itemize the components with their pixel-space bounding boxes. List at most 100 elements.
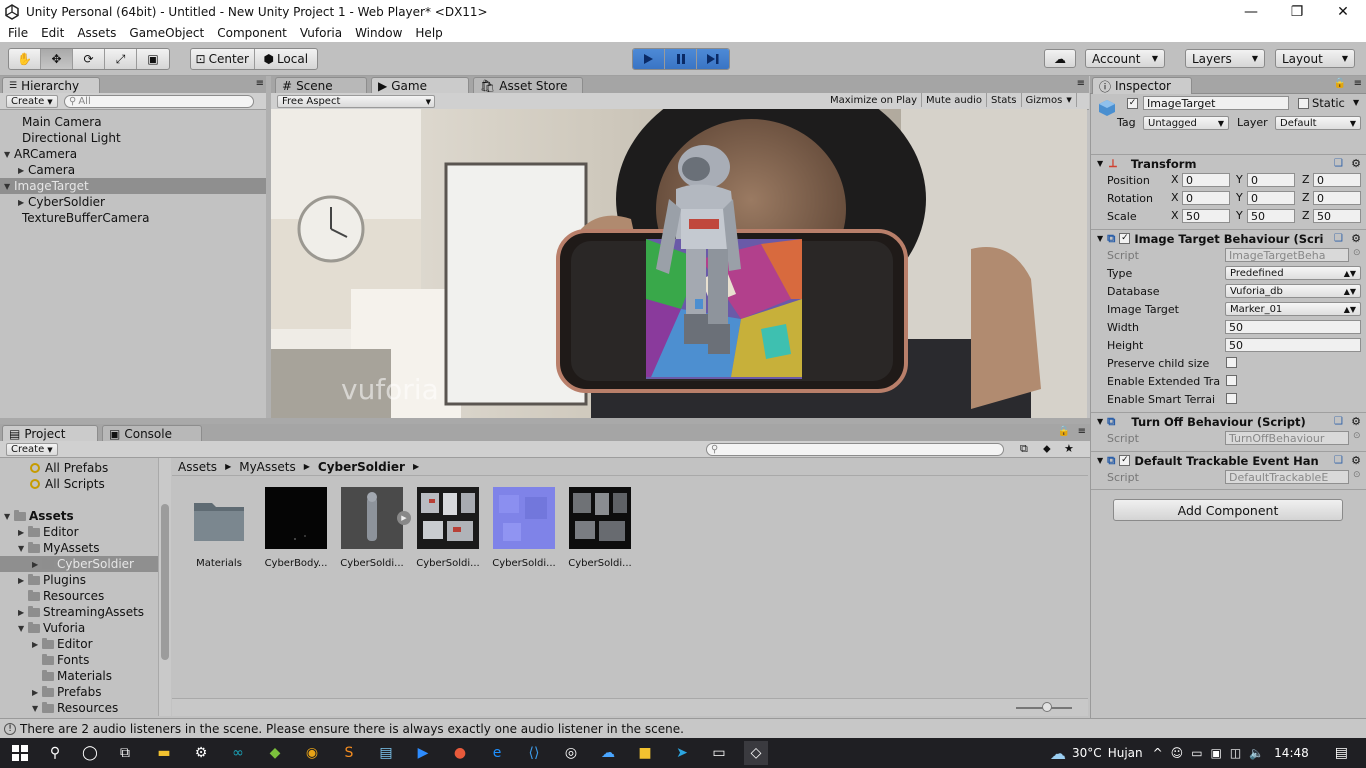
scale-y-field[interactable]: 50 bbox=[1247, 209, 1295, 223]
add-component-button[interactable]: Add Component bbox=[1113, 499, 1343, 521]
menu-file[interactable]: File bbox=[8, 26, 28, 40]
project-create-dropdown[interactable]: Create ▼ bbox=[6, 443, 58, 456]
menu-vuforia[interactable]: Vuforia bbox=[300, 26, 342, 40]
expand-icon[interactable]: ▶ bbox=[18, 528, 28, 537]
asset-item[interactable]: CyberSoldi... bbox=[489, 487, 559, 569]
expand-model-icon[interactable]: ▶ bbox=[397, 511, 411, 525]
telegram-icon[interactable]: ➤ bbox=[670, 741, 694, 765]
asset-item[interactable]: Materials bbox=[184, 487, 254, 569]
image-target-dropdown[interactable]: Marker_01 ▲▼ bbox=[1225, 302, 1361, 316]
task-view-icon[interactable]: ⧉ bbox=[113, 741, 137, 765]
rotation-x-field[interactable]: 0 bbox=[1182, 191, 1230, 205]
clock[interactable]: 14:48 bbox=[1274, 746, 1309, 760]
active-checkbox[interactable]: ✓ bbox=[1127, 98, 1138, 109]
chrome-icon[interactable]: ◉ bbox=[300, 741, 324, 765]
folder-tree-item[interactable]: Materials bbox=[0, 668, 158, 684]
folder-tree-item[interactable]: ▶ Editor bbox=[0, 636, 158, 652]
asset-item[interactable]: CyberSoldi... bbox=[565, 487, 635, 569]
panel-menu-icon[interactable]: ≡ bbox=[1077, 78, 1085, 89]
breadcrumb-myassets[interactable]: MyAssets bbox=[239, 460, 296, 474]
layer-dropdown[interactable]: Default ▼ bbox=[1275, 116, 1361, 130]
people-icon[interactable]: ☺ bbox=[1171, 746, 1184, 760]
stats-toggle[interactable]: Stats bbox=[987, 93, 1022, 107]
sticky-notes-icon[interactable]: ■ bbox=[633, 741, 657, 765]
expand-icon[interactable]: ▼ bbox=[32, 704, 42, 713]
folder-tree-item[interactable]: ▼ Assets bbox=[0, 508, 158, 524]
project-search-input[interactable]: ⚲ bbox=[706, 443, 1004, 456]
step-icon[interactable] bbox=[697, 49, 729, 69]
gear-icon[interactable]: ⚙ bbox=[1351, 232, 1361, 245]
menu-window[interactable]: Window bbox=[355, 26, 402, 40]
weather-text[interactable]: Hujan bbox=[1108, 746, 1143, 760]
settings-icon[interactable]: ⚙ bbox=[189, 741, 213, 765]
edge-icon[interactable]: e bbox=[485, 741, 509, 765]
breadcrumb-cybersoldier[interactable]: CyberSoldier bbox=[318, 460, 405, 474]
favorite-item[interactable]: All Scripts bbox=[30, 476, 105, 492]
asset-item[interactable]: CyberSoldi... bbox=[413, 487, 483, 569]
favorite-item[interactable]: All Prefabs bbox=[30, 460, 108, 476]
tab-console[interactable]: ▣ Console bbox=[102, 425, 202, 442]
gear-icon[interactable]: ⚙ bbox=[1351, 157, 1361, 170]
gear-icon[interactable]: ⚙ bbox=[1351, 454, 1361, 467]
hierarchy-item[interactable]: ▼ ARCamera bbox=[0, 146, 266, 162]
gear-icon[interactable]: ⚙ bbox=[1351, 415, 1361, 428]
preserve-child-size-checkbox[interactable] bbox=[1226, 357, 1237, 368]
lock-icon[interactable]: 🔒 bbox=[1334, 78, 1346, 89]
minimize-button[interactable]: — bbox=[1228, 0, 1274, 24]
turn-off-header[interactable]: ▼ ⧉ Turn Off Behaviour (Script) ❑ ⚙ bbox=[1091, 412, 1366, 430]
weather-icon[interactable]: ☁ bbox=[1050, 744, 1066, 763]
folder-tree-item[interactable]: ▶ Prefabs bbox=[0, 684, 158, 700]
position-y-field[interactable]: 0 bbox=[1247, 173, 1295, 187]
hierarchy-item[interactable]: Directional Light bbox=[0, 130, 266, 146]
lock-icon[interactable]: 🔒 bbox=[1058, 426, 1070, 437]
hierarchy-item[interactable]: TextureBufferCamera bbox=[0, 210, 266, 226]
static-dropdown-icon[interactable]: ▼ bbox=[1353, 98, 1359, 107]
maximize-button[interactable]: ❐ bbox=[1274, 0, 1320, 24]
move-tool-icon[interactable]: ✥ bbox=[41, 49, 73, 69]
pause-icon[interactable] bbox=[664, 49, 698, 69]
notifications-tray-icon[interactable]: ◫ bbox=[1230, 746, 1241, 760]
folder-tree-item[interactable]: Fonts bbox=[0, 652, 158, 668]
static-checkbox[interactable] bbox=[1298, 98, 1309, 109]
arduino-icon[interactable]: ∞ bbox=[226, 741, 250, 765]
object-picker-icon[interactable]: ⊙ bbox=[1353, 431, 1361, 441]
menu-edit[interactable]: Edit bbox=[41, 26, 64, 40]
file-explorer-icon[interactable]: ▬ bbox=[152, 741, 176, 765]
tab-hierarchy[interactable]: ☰ Hierarchy bbox=[2, 77, 100, 94]
folder-tree-item[interactable]: ▶ CyberSoldier bbox=[0, 556, 158, 572]
terminal-icon[interactable]: ▭ bbox=[707, 741, 731, 765]
android-studio-icon[interactable]: ◆ bbox=[263, 741, 287, 765]
expand-icon[interactable]: ▼ bbox=[1097, 234, 1103, 243]
mute-audio-toggle[interactable]: Mute audio bbox=[922, 93, 987, 107]
account-dropdown[interactable]: Account ▼ bbox=[1085, 49, 1165, 68]
menu-assets[interactable]: Assets bbox=[77, 26, 116, 40]
project-tree-scrollbar[interactable] bbox=[158, 458, 171, 716]
tab-game[interactable]: ▶ Game bbox=[371, 77, 469, 94]
help-icon[interactable]: ❑ bbox=[1334, 233, 1343, 244]
panel-menu-icon[interactable]: ≡ bbox=[1078, 426, 1086, 437]
object-picker-icon[interactable]: ⊙ bbox=[1353, 248, 1361, 258]
notepad-icon[interactable]: ▤ bbox=[374, 741, 398, 765]
object-name-field[interactable]: ImageTarget bbox=[1143, 96, 1289, 110]
app-red-icon[interactable]: ● bbox=[448, 741, 472, 765]
battery-icon[interactable]: ▭ bbox=[1191, 746, 1202, 760]
rotation-z-field[interactable]: 0 bbox=[1313, 191, 1361, 205]
aspect-dropdown[interactable]: Free Aspect ▼ bbox=[277, 95, 435, 108]
status-bar[interactable]: ! There are 2 audio listeners in the sce… bbox=[0, 718, 1366, 738]
network-icon[interactable]: ▣ bbox=[1211, 746, 1222, 760]
cortana-icon[interactable]: ◯ bbox=[78, 741, 102, 765]
menu-component[interactable]: Component bbox=[217, 26, 287, 40]
help-icon[interactable]: ❑ bbox=[1334, 455, 1343, 466]
expand-icon[interactable]: ▶ bbox=[32, 640, 42, 649]
pivot-center-button[interactable]: ⊡ Center bbox=[191, 49, 255, 69]
cloud-icon[interactable]: ☁ bbox=[1044, 49, 1076, 68]
menu-gameobject[interactable]: GameObject bbox=[129, 26, 204, 40]
smart-terrain-checkbox[interactable] bbox=[1226, 393, 1237, 404]
folder-tree-item[interactable]: ▶ StreamingAssets bbox=[0, 604, 158, 620]
hierarchy-create-dropdown[interactable]: Create ▼ bbox=[6, 95, 58, 108]
panel-menu-icon[interactable]: ≡ bbox=[1354, 78, 1362, 89]
database-dropdown[interactable]: Vuforia_db ▲▼ bbox=[1225, 284, 1361, 298]
obs-icon[interactable]: ◎ bbox=[559, 741, 583, 765]
type-dropdown[interactable]: Predefined ▲▼ bbox=[1225, 266, 1361, 280]
hierarchy-search-input[interactable]: ⚲ All bbox=[64, 95, 254, 108]
